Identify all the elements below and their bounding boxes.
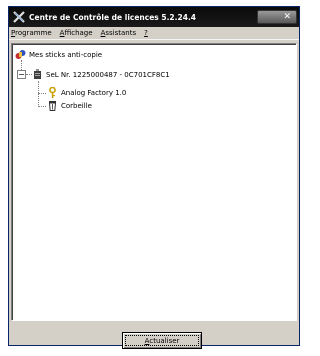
tree-root-label: Mes sticks anti-copie	[29, 50, 103, 59]
footer-area: Actualiser	[9, 323, 299, 349]
refresh-button[interactable]: Actualiser	[122, 332, 202, 349]
trash-icon	[48, 101, 57, 111]
tree-license-label: Analog Factory 1.0	[61, 88, 127, 97]
menu-affichage[interactable]: Affichage	[60, 29, 93, 37]
close-icon: ✕	[283, 12, 291, 22]
app-logo-icon	[13, 11, 25, 23]
tree-stick[interactable]: SeL Nr. 1225000487 - 0C701CF8C1	[32, 69, 170, 80]
tree-connector	[38, 81, 39, 107]
menu-help[interactable]: ?	[144, 29, 148, 37]
tree-connector	[38, 106, 46, 107]
tree-stick-label: SeL Nr. 1225000487 - 0C701CF8C1	[46, 70, 170, 79]
usb-stick-icon	[34, 69, 41, 79]
tree-root[interactable]: Mes sticks anti-copie	[15, 49, 102, 60]
tree-license[interactable]: Analog Factory 1.0	[47, 87, 126, 98]
key-icon	[49, 87, 56, 98]
expand-collapse-toggle[interactable]: −	[17, 70, 26, 79]
title-bar[interactable]: Centre de Contrôle de licences 5.2.24.4 …	[9, 7, 299, 27]
tree-trash-label: Corbeille	[61, 101, 92, 110]
menu-assistants[interactable]: Assistants	[101, 29, 137, 37]
sticks-icon	[15, 50, 26, 59]
app-window: Centre de Contrôle de licences 5.2.24.4 …	[8, 6, 300, 349]
window-title: Centre de Contrôle de licences 5.2.24.4	[29, 12, 197, 22]
menu-programme[interactable]: Programme	[11, 29, 52, 37]
tree-trash[interactable]: Corbeille	[47, 100, 92, 111]
menu-bar: Programme Affichage Assistants ?	[9, 27, 299, 40]
close-button[interactable]: ✕	[257, 10, 297, 24]
tree-connector	[38, 93, 46, 94]
license-tree[interactable]: Mes sticks anti-copie − SeL Nr. 12250004…	[11, 43, 297, 321]
